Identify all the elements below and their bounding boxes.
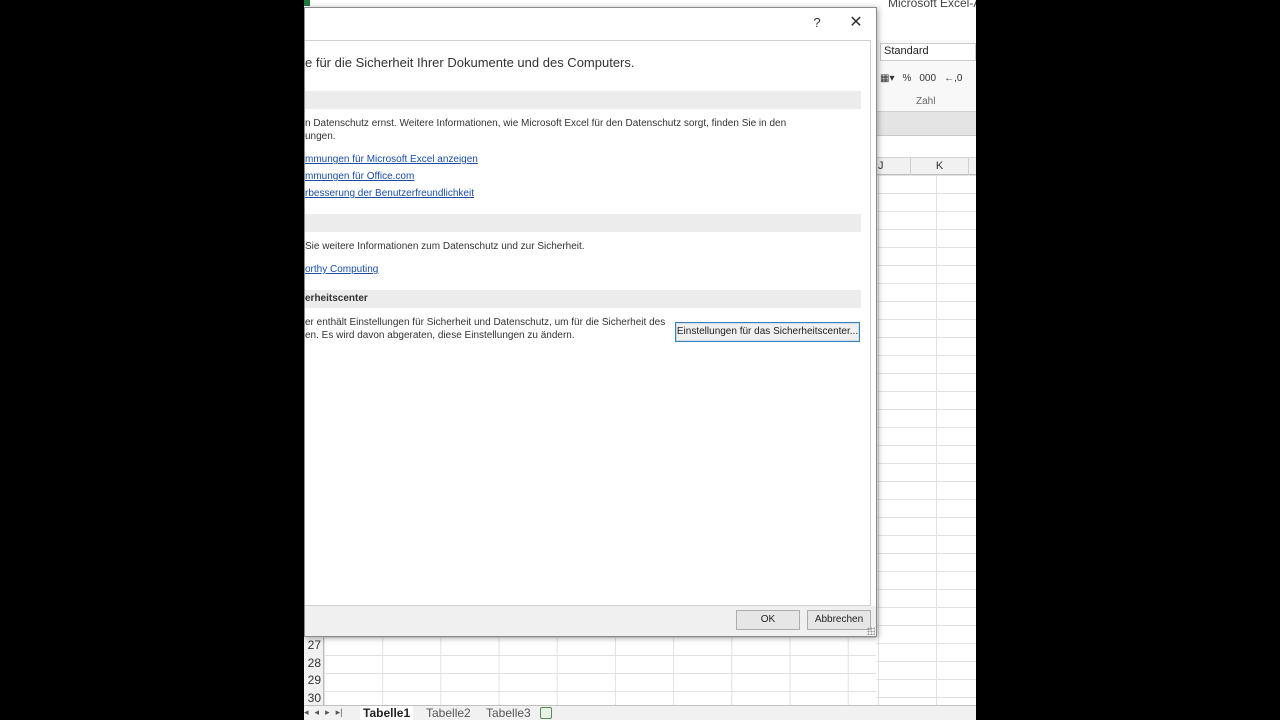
- ribbon-number-group: Standard ▦▾ % 000 ←,0 Zahl: [876, 40, 976, 112]
- comma-style-button[interactable]: 000: [919, 73, 936, 84]
- trust-center-settings-button[interactable]: Einstellungen für das Sicherheitscenter.…: [675, 322, 860, 342]
- close-icon[interactable]: ✕: [845, 12, 867, 34]
- page-heading: e für die Sicherheit Ihrer Dokumente und…: [305, 55, 635, 70]
- dialog-footer: OK Abbrechen: [305, 606, 876, 636]
- ok-button[interactable]: OK: [736, 610, 800, 630]
- link-ceip[interactable]: rbesserung der Benutzerfreundlichkeit: [305, 188, 474, 199]
- section-privacy-header: [305, 91, 861, 109]
- section-trust-center-header: erheitscenter: [305, 290, 861, 308]
- section-security-header: [305, 214, 861, 232]
- first-sheet-icon[interactable]: ◂: [304, 707, 309, 718]
- privacy-text-line1: n Datenschutz ernst. Weitere Information…: [305, 118, 787, 129]
- dialog-titlebar: ? ✕: [305, 8, 876, 40]
- trust-center-text-line1: er enthält Einstellungen für Sicherheit …: [305, 317, 666, 328]
- number-format-dropdown[interactable]: Standard: [880, 43, 976, 61]
- trust-center-text-line2: en. Es wird davon abgeraten, diese Einst…: [305, 330, 575, 341]
- privacy-text-line2: ungen.: [305, 131, 336, 142]
- cell-grid-bottom[interactable]: [324, 637, 876, 705]
- accounting-format-icon[interactable]: ▦▾: [880, 73, 894, 84]
- new-sheet-icon[interactable]: [540, 707, 552, 719]
- sheet-nav-buttons: ◂ ◂ ▸ ▸|: [304, 707, 342, 718]
- trust-center-page: e für die Sicherheit Ihrer Dokumente und…: [305, 40, 871, 606]
- resize-grip-icon[interactable]: [867, 627, 875, 635]
- excel-app-title: Microsoft Excel-A: [888, 0, 976, 10]
- link-privacy-office[interactable]: mmungen für Office.com: [305, 171, 414, 182]
- cell-grid-right[interactable]: [876, 175, 976, 705]
- prev-sheet-icon[interactable]: ◂: [315, 707, 320, 718]
- sheet-tab-tabelle2[interactable]: Tabelle2: [426, 706, 471, 720]
- next-sheet-icon[interactable]: ▸: [325, 707, 330, 718]
- screen: Microsoft Excel-A Standard ▦▾ % 000 ←,0 …: [304, 0, 976, 720]
- last-sheet-icon[interactable]: ▸|: [336, 707, 343, 718]
- sheet-tab-bar: ◂ ◂ ▸ ▸| Tabelle1 Tabelle2 Tabelle3: [304, 705, 976, 720]
- row-header[interactable]: 29: [304, 672, 323, 690]
- security-text: Sie weitere Informationen zum Datenschut…: [305, 241, 585, 252]
- link-trustworthy-computing[interactable]: orthy Computing: [305, 264, 378, 275]
- formula-bar[interactable]: [876, 112, 976, 136]
- link-privacy-excel[interactable]: mmungen für Microsoft Excel anzeigen: [305, 154, 478, 165]
- number-group-label: Zahl: [916, 96, 936, 107]
- excel-options-dialog: ? ✕ e für die Sicherheit Ihrer Dokumente…: [304, 7, 877, 637]
- excel-app-icon: [304, 0, 310, 6]
- sheet-tab-tabelle3[interactable]: Tabelle3: [486, 706, 531, 720]
- percent-style-button[interactable]: %: [902, 73, 911, 84]
- cancel-button[interactable]: Abbrechen: [807, 610, 871, 630]
- column-headers: J K: [876, 157, 976, 175]
- sheet-tab-tabelle1[interactable]: Tabelle1: [360, 706, 414, 720]
- row-headers: 27 28 29 30: [304, 637, 324, 705]
- number-tools: ▦▾ % 000 ←,0: [880, 70, 976, 86]
- help-icon[interactable]: ?: [807, 13, 827, 33]
- column-header-j[interactable]: J: [876, 158, 911, 175]
- row-header[interactable]: 27: [304, 637, 323, 655]
- column-header-k[interactable]: K: [911, 158, 969, 175]
- increase-decimal-button[interactable]: ←,0: [944, 73, 962, 84]
- row-header[interactable]: 28: [304, 655, 323, 673]
